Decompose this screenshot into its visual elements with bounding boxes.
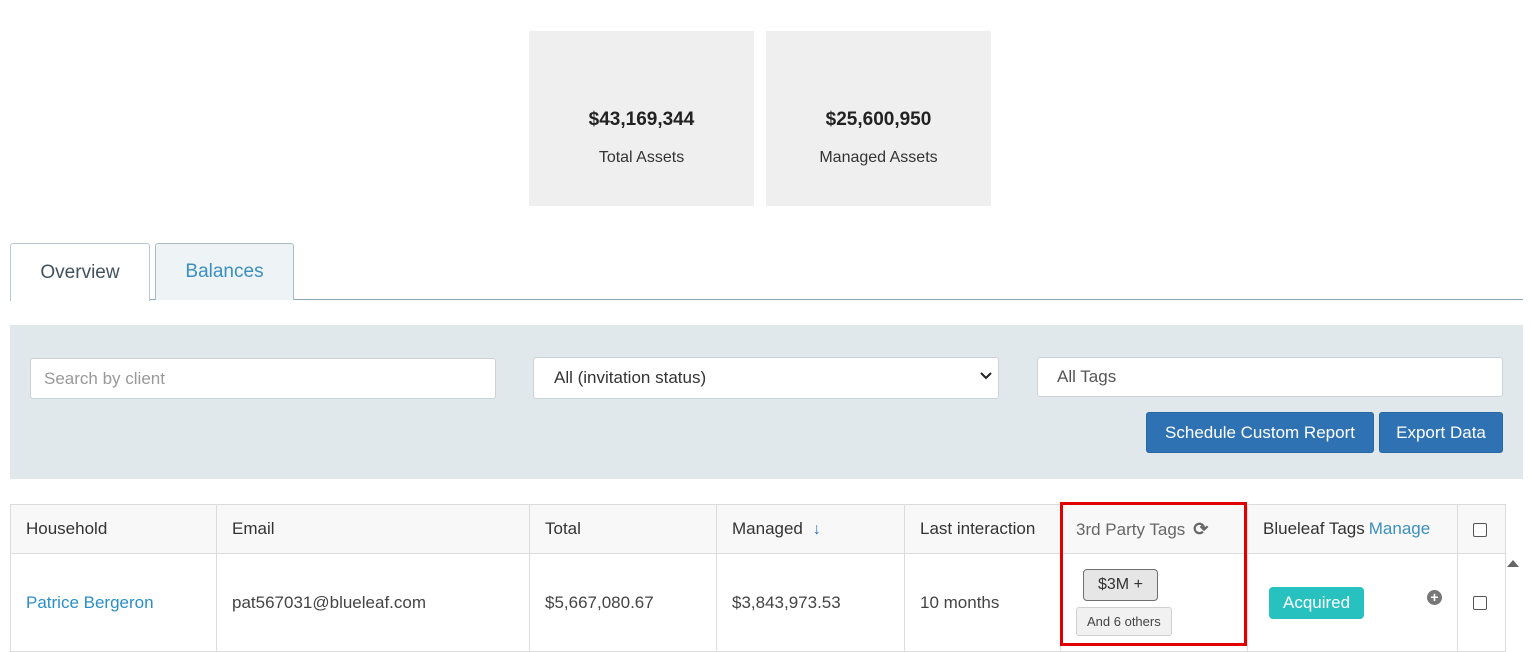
header-managed-label: Managed	[732, 519, 803, 538]
total-assets-card: $43,169,344 Total Assets	[529, 31, 754, 206]
refresh-icon[interactable]: ⟳	[1193, 519, 1208, 540]
invitation-status-select[interactable]: All (invitation status)	[533, 357, 999, 399]
third-party-tag[interactable]: $3M +	[1083, 569, 1158, 601]
managed-assets-card: $25,600,950 Managed Assets	[766, 31, 991, 206]
households-table: Household Email Total Managed ↓ Last inte…	[10, 504, 1506, 652]
acquired-badge[interactable]: Acquired	[1269, 586, 1365, 619]
managed-assets-label: Managed Assets	[819, 149, 938, 166]
household-link[interactable]: Patrice Bergeron	[26, 593, 154, 612]
header-third-party-tags: 3rd Party Tags ⟳	[1060, 504, 1248, 554]
cell-last-interaction: 10 months	[904, 553, 1061, 652]
chevron-down-icon	[980, 370, 992, 384]
plus-circle-icon[interactable]: +	[1427, 589, 1442, 605]
tab-balances[interactable]: Balances	[155, 243, 294, 300]
header-managed[interactable]: Managed ↓	[716, 504, 905, 554]
header-select-all	[1457, 504, 1506, 554]
invitation-status-value: All (invitation status)	[554, 368, 707, 387]
header-total[interactable]: Total	[529, 504, 717, 554]
tags-filter-placeholder: All Tags	[1057, 367, 1117, 386]
row-select-checkbox[interactable]	[1473, 596, 1487, 611]
scroll-up-icon[interactable]	[1507, 560, 1519, 567]
view-tabs: Overview Balances	[10, 243, 1523, 301]
table-row: Patrice Bergeron pat567031@blueleaf.com …	[10, 553, 1506, 652]
cell-email: pat567031@blueleaf.com	[216, 553, 530, 652]
cell-row-select	[1457, 553, 1506, 652]
managed-assets-value: $25,600,950	[825, 109, 932, 130]
filter-bar: All (invitation status) All Tags Schedul…	[10, 325, 1523, 479]
header-blueleaf-tags: Blueleaf Tags Manage	[1247, 504, 1458, 554]
sort-down-arrow-icon: ↓	[812, 521, 821, 538]
manage-tags-link[interactable]: Manage	[1369, 519, 1430, 538]
select-all-checkbox[interactable]	[1473, 522, 1487, 537]
schedule-custom-report-button[interactable]: Schedule Custom Report	[1146, 412, 1374, 453]
table-header-row: Household Email Total Managed ↓ Last inte…	[10, 504, 1506, 554]
cell-household: Patrice Bergeron	[10, 553, 217, 652]
total-assets-value: $43,169,344	[588, 109, 695, 130]
header-household[interactable]: Household	[10, 504, 217, 554]
header-blueleaf-tags-label: Blueleaf Tags	[1263, 519, 1365, 538]
header-email[interactable]: Email	[216, 504, 530, 554]
third-party-others-button[interactable]: And 6 others	[1076, 607, 1172, 636]
header-third-party-tags-label: 3rd Party Tags	[1076, 519, 1186, 539]
tab-overview[interactable]: Overview	[10, 243, 150, 301]
tags-filter-input[interactable]: All Tags	[1037, 357, 1503, 397]
header-last-interaction[interactable]: Last interaction	[904, 504, 1061, 554]
cell-third-party-tags: $3M + And 6 others	[1060, 553, 1248, 652]
total-assets-label: Total Assets	[598, 149, 685, 166]
search-input[interactable]	[30, 358, 496, 399]
cell-total: $5,667,080.67	[529, 553, 717, 652]
export-data-button[interactable]: Export Data	[1379, 412, 1503, 453]
cell-blueleaf-tags: Acquired +	[1247, 553, 1458, 652]
cell-managed: $3,843,973.53	[716, 553, 905, 652]
